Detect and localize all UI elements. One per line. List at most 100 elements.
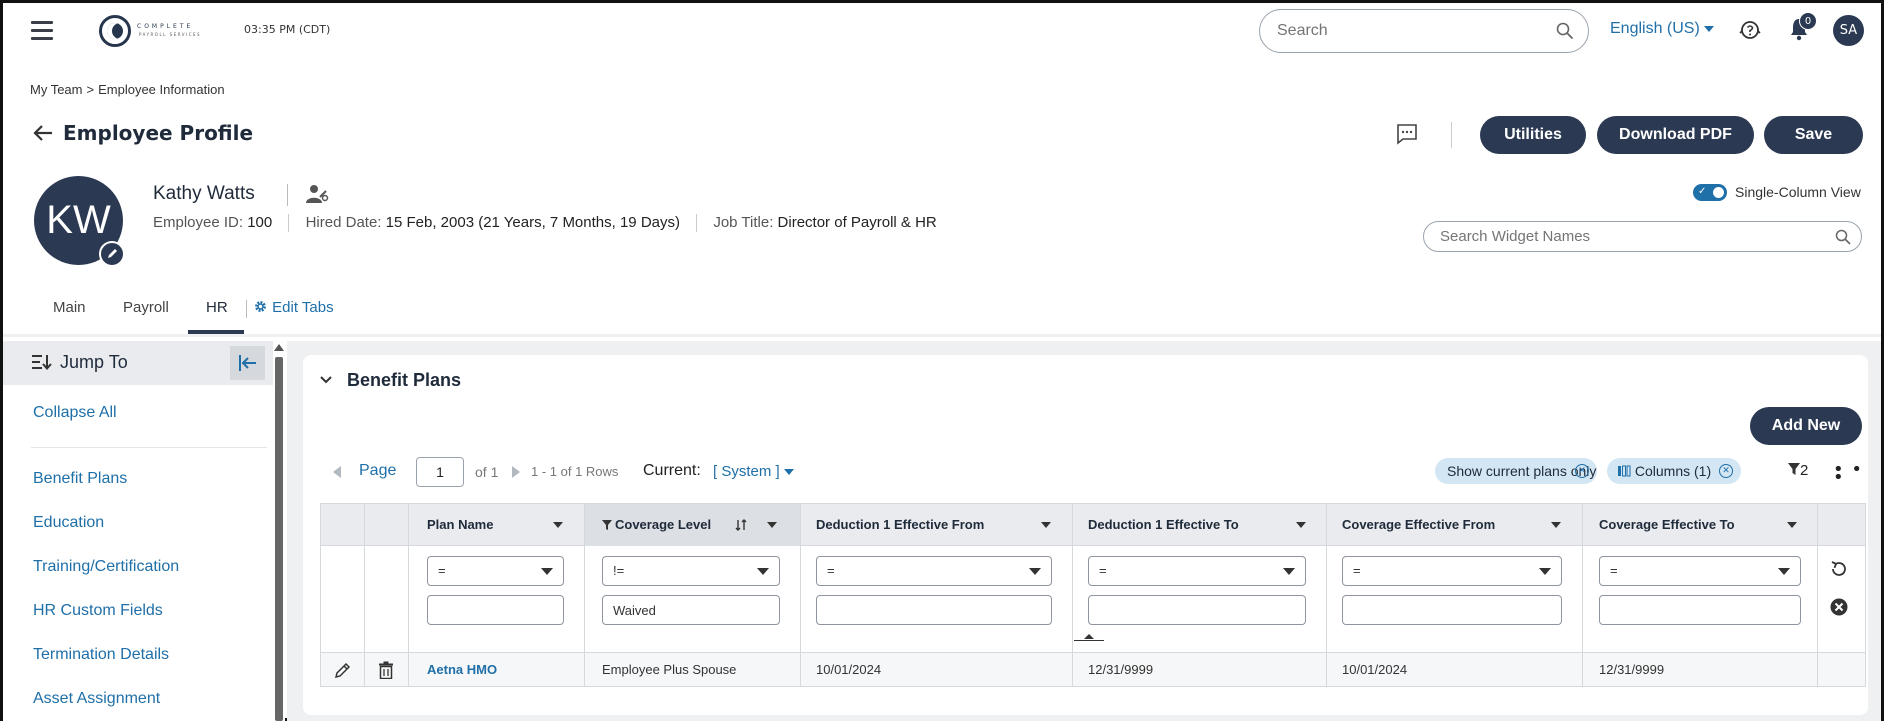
tabs-baseline [3, 334, 1881, 337]
sort-list-icon [32, 355, 52, 371]
breadcrumb-my-team[interactable]: My Team [30, 82, 83, 97]
collapse-sidebar-button[interactable] [230, 346, 265, 380]
coverage-to-operator-select[interactable]: = [1599, 556, 1801, 586]
column-menu-icon[interactable] [1551, 522, 1561, 528]
sidebar-item-education[interactable]: Education [33, 514, 104, 532]
widget-search-input[interactable] [1440, 228, 1820, 245]
remove-filter-icon[interactable]: ✕ [1719, 464, 1733, 478]
sidebar-item-benefit-plans[interactable]: Benefit Plans [33, 470, 127, 488]
add-new-button[interactable]: Add New [1750, 407, 1862, 445]
clear-filters-icon[interactable] [1829, 597, 1849, 617]
tab-main[interactable]: Main [53, 299, 86, 316]
coverage-from-filter-input[interactable] [1342, 595, 1562, 625]
save-button[interactable]: Save [1764, 116, 1863, 154]
plan-name-operator-select[interactable]: = [427, 556, 564, 586]
user-avatar[interactable]: SA [1833, 15, 1864, 46]
page-number-input[interactable] [416, 457, 464, 487]
chevron-down-icon [1703, 25, 1714, 32]
column-header-coverage-level[interactable]: Coverage Level [615, 504, 711, 546]
coverage-level-filter-input[interactable] [602, 595, 780, 625]
hired-date-label: Hired Date: [305, 214, 382, 231]
comment-icon[interactable] [1395, 122, 1419, 146]
download-pdf-button[interactable]: Download PDF [1597, 116, 1754, 154]
global-search-input[interactable] [1277, 22, 1537, 40]
deduction-to-operator-select[interactable]: = [1088, 556, 1306, 586]
more-options-icon[interactable]: • • • [1833, 461, 1868, 487]
chip-label: Show current plans only [1447, 463, 1597, 479]
chevron-down-icon [1283, 568, 1295, 575]
chevron-down-icon[interactable] [319, 375, 333, 385]
language-selector[interactable]: English (US) [1610, 20, 1714, 38]
delete-row-icon[interactable] [378, 661, 394, 679]
global-search[interactable] [1259, 9, 1589, 53]
column-header-deduction-from[interactable]: Deduction 1 Effective From [816, 504, 984, 546]
column-menu-icon[interactable] [553, 522, 563, 528]
deduction-from-operator-select[interactable]: = [816, 556, 1052, 586]
sidebar-item-asset-assignment[interactable]: Asset Assignment [33, 690, 160, 708]
utilities-button[interactable]: Utilities [1480, 116, 1586, 154]
widget-search[interactable] [1423, 221, 1862, 252]
column-header-plan-name[interactable]: Plan Name [427, 504, 493, 546]
collapse-all-link[interactable]: Collapse All [33, 404, 117, 422]
column-menu-icon[interactable] [1296, 522, 1306, 528]
current-time: 03:35 PM (CDT) [244, 23, 331, 36]
remove-filter-icon[interactable]: ✕ [1575, 464, 1589, 478]
sidebar-item-training[interactable]: Training/Certification [33, 558, 179, 576]
coverage-from-operator-select[interactable]: = [1342, 556, 1562, 586]
edit-row-icon[interactable] [334, 661, 352, 679]
sidebar-item-hr-custom-fields[interactable]: HR Custom Fields [33, 602, 163, 620]
employee-name: Kathy Watts [153, 183, 255, 204]
active-filters-button[interactable]: 2 [1788, 462, 1808, 479]
column-resize-handle[interactable] [1084, 634, 1094, 639]
coverage-to-filter-input[interactable] [1599, 595, 1801, 625]
next-page-icon[interactable] [512, 466, 520, 478]
tab-divider [246, 300, 247, 318]
column-menu-icon[interactable] [1041, 522, 1051, 528]
column-divider [1326, 504, 1327, 686]
sidebar-scrollbar[interactable] [273, 341, 285, 721]
previous-page-icon[interactable] [333, 466, 341, 478]
breadcrumb-current: Employee Information [98, 82, 225, 97]
operator-value: = [827, 563, 835, 578]
show-current-plans-chip[interactable]: Show current plans only ✕ [1435, 458, 1597, 484]
single-column-toggle[interactable]: ✓ [1693, 184, 1727, 201]
chevron-down-icon [1029, 568, 1041, 575]
column-header-coverage-from[interactable]: Coverage Effective From [1342, 504, 1495, 546]
tab-hr[interactable]: HR [206, 299, 228, 316]
sort-icon[interactable] [735, 518, 747, 532]
job-title-value: Director of Payroll & HR [777, 214, 937, 231]
edit-avatar-button[interactable] [99, 241, 125, 267]
edit-tabs-link[interactable]: Edit Tabs [253, 299, 334, 316]
column-divider [364, 504, 365, 686]
coverage-to-cell: 12/31/9999 [1599, 662, 1665, 677]
tab-payroll[interactable]: Payroll [123, 299, 169, 316]
plan-name-link[interactable]: Aetna HMO [427, 653, 497, 686]
column-menu-icon[interactable] [1787, 522, 1797, 528]
plan-name-filter-input[interactable] [427, 595, 564, 625]
search-icon[interactable] [1556, 22, 1574, 40]
columns-chip[interactable]: Columns (1) ✕ [1607, 458, 1741, 484]
chevron-down-icon [757, 568, 769, 575]
current-view-selector[interactable]: [ System ] [713, 463, 794, 480]
sidebar-item-termination-details[interactable]: Termination Details [33, 646, 169, 664]
column-header-coverage-to[interactable]: Coverage Effective To [1599, 504, 1735, 546]
active-filter-count: 2 [1800, 462, 1809, 479]
back-arrow-icon[interactable] [33, 124, 53, 142]
column-menu-icon[interactable] [767, 522, 777, 528]
employee-id-value: 100 [247, 214, 273, 231]
scroll-thumb[interactable] [275, 357, 283, 721]
column-header-deduction-to[interactable]: Deduction 1 Effective To [1088, 504, 1239, 546]
search-icon[interactable] [1835, 229, 1851, 245]
reset-filters-icon[interactable] [1829, 559, 1849, 579]
benefit-plans-table: Plan Name Coverage Level Deduction 1 Eff… [320, 503, 1866, 687]
deduction-to-filter-input[interactable] [1088, 595, 1306, 625]
user-link-icon[interactable] [305, 183, 329, 205]
deduction-from-filter-input[interactable] [816, 595, 1052, 625]
scroll-up-arrow[interactable] [274, 344, 284, 351]
logo-tagline: PAYROLL SERVICES [139, 32, 202, 37]
job-title-label: Job Title: [713, 214, 774, 231]
company-logo[interactable]: COMPLETE PAYROLL SERVICES [99, 15, 209, 51]
hamburger-menu-icon[interactable] [31, 21, 53, 40]
coverage-level-operator-select[interactable]: != [602, 556, 780, 586]
help-icon[interactable] [1739, 19, 1761, 41]
